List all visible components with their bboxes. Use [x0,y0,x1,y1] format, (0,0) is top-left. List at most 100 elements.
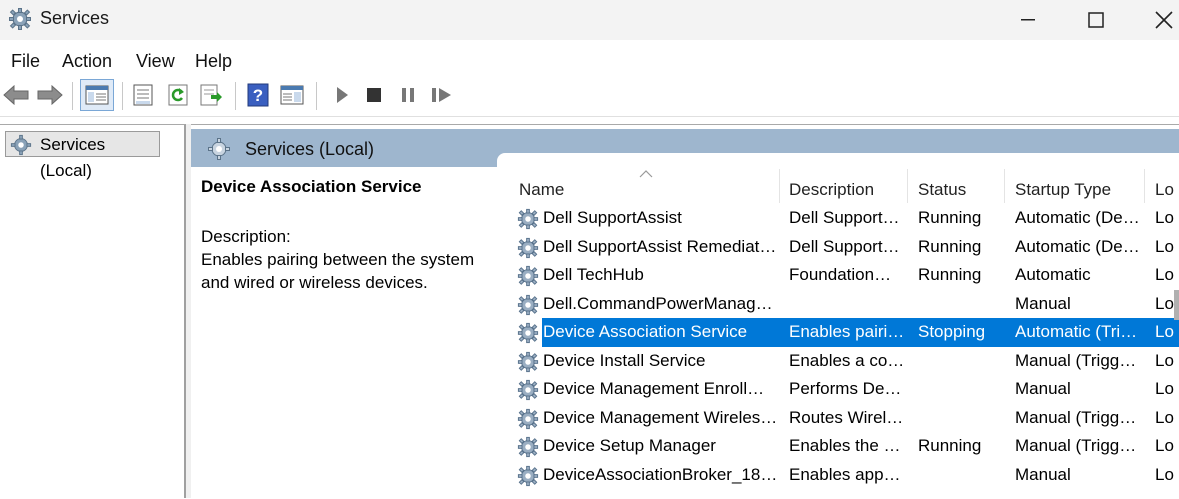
service-log-on-as-cell: Lo [1155,379,1174,398]
column-header-description[interactable]: Description [789,175,874,205]
pause-icon [402,88,414,102]
menu-view[interactable]: View [136,51,175,72]
console-tree-pane: Services (Local) [0,124,186,498]
service-status-cell: Running [918,265,982,284]
column-divider[interactable] [1004,169,1005,203]
close-icon [1155,11,1173,29]
column-header-status[interactable]: Status [918,175,966,205]
service-row[interactable]: DeviceAssociationBroker_18… Enables app… M… [497,461,1179,490]
close-button[interactable] [1141,0,1179,40]
toolbar-separator [235,82,236,110]
toolbar-separator [316,82,317,110]
minimize-button[interactable] [1005,0,1051,40]
column-divider[interactable] [779,169,780,203]
service-row[interactable]: Dell TechHub Foundation… Running Automatic L… [497,261,1179,290]
service-name-cell: Dell.CommandPowerManag… [543,293,773,313]
column-divider[interactable] [1144,169,1145,203]
service-log-on-as-cell: Lo [1155,350,1174,370]
service-status-cell: Stopping [918,322,986,341]
service-row[interactable]: Dell.CommandPowerManag… Manual Lo [497,290,1179,319]
service-description-cell: Enables the … [789,436,901,455]
view-button[interactable] [278,81,306,109]
service-description-cell: Routes Wirel… [789,407,904,427]
service-startup-type-cell: Automatic [1015,265,1091,284]
refresh-button[interactable] [164,81,192,109]
console-tree-icon [85,85,109,105]
vertical-scrollbar-thumb[interactable] [1174,290,1179,320]
service-description-cell: Performs De… [789,379,902,398]
service-name-cell: Device Install Service [543,350,706,370]
svg-text:?: ? [253,86,263,105]
service-name-cell: Device Association Service [543,322,748,341]
service-status-cell: Running [918,236,982,256]
pause-service-button[interactable] [394,81,422,109]
play-icon [337,87,348,103]
service-log-on-as-cell: Lo [1155,322,1174,341]
service-description-cell: Dell Support… [789,236,900,256]
service-description-cell: Dell Support… [789,208,900,227]
gear-icon [207,137,231,166]
service-startup-type-cell: Automatic (De… [1015,208,1140,227]
service-startup-type-cell: Automatic (Tri… [1015,322,1138,341]
stop-icon [367,88,381,102]
services-app-gear-icon [8,7,32,31]
forward-button[interactable] [36,81,64,109]
service-status-cell: Running [918,208,982,227]
properties-button[interactable] [129,81,157,109]
selected-service-name: Device Association Service [201,177,422,196]
service-name-cell: Dell SupportAssist Remediat… [543,236,777,256]
menu-action[interactable]: Action [62,51,112,72]
stop-service-button[interactable] [360,81,388,109]
service-name-cell: Dell TechHub [543,265,644,284]
help-icon: ? [247,83,269,107]
service-log-on-as-cell: Lo [1155,236,1174,256]
title-bar: Services [0,0,1179,40]
service-startup-type-cell: Manual (Trigg… [1015,407,1137,427]
service-name-cell: DeviceAssociationBroker_18… [543,464,778,484]
column-header-log-on-as[interactable]: Lo [1155,175,1174,205]
toolbar-separator [122,82,123,110]
maximize-icon [1088,12,1104,28]
service-row[interactable]: Device Setup Manager Enables the … Running… [497,432,1179,461]
restart-service-button[interactable] [428,81,456,109]
back-button[interactable] [2,81,30,109]
column-header-name[interactable]: Name [519,175,564,205]
service-row[interactable]: Dell SupportAssist Remediat… Dell Support… [497,233,1179,262]
service-log-on-as-cell: Lo [1155,265,1174,284]
show-console-tree-button[interactable] [80,79,114,111]
maximize-button[interactable] [1073,0,1119,40]
column-header-startup-type[interactable]: Startup Type [1015,175,1111,205]
service-description-cell: Foundation… [789,265,892,284]
service-startup-type-cell: Automatic (De… [1015,236,1140,256]
service-gear-icon [517,465,539,497]
service-startup-type-cell: Manual [1015,464,1071,484]
menu-bar: File Action View Help [0,42,1179,74]
service-description-cell: Enables pairi… [789,322,905,341]
services-pane-title: Services (Local) [245,139,375,159]
tree-item-services-local[interactable]: Services (Local) [5,131,160,180]
service-log-on-as-cell: Lo [1155,436,1174,455]
view-icon [280,85,304,105]
description-text: Enables pairing between the system and w… [201,250,475,292]
help-button[interactable]: ? [244,81,272,109]
restart-icon [432,88,451,102]
window-title: Services [40,8,110,28]
toolbar-separator [72,82,73,110]
export-list-button[interactable] [197,81,225,109]
column-divider[interactable] [907,169,908,203]
service-name-cell: Dell SupportAssist [543,208,682,227]
properties-icon [133,84,153,106]
menu-help[interactable]: Help [195,51,232,72]
service-row[interactable]: Dell SupportAssist Dell Support… Running Au… [497,204,1179,233]
service-log-on-as-cell: Lo [1155,407,1174,427]
service-row[interactable]: Device Install Service Enables a co… Manua… [497,347,1179,376]
menu-file[interactable]: File [11,51,40,72]
services-list: Name Description Status Startup Type Lo … [497,153,1179,499]
service-description-cell: Enables a co… [789,350,905,370]
service-row[interactable]: Device Association Service Enables pairi…… [497,318,1179,347]
start-service-button[interactable] [328,81,356,109]
service-name-cell: Device Setup Manager [543,436,716,455]
service-row[interactable]: Device Management Wireles… Routes Wirel… M… [497,404,1179,433]
service-row[interactable]: Device Management Enroll… Performs De… Man… [497,375,1179,404]
service-startup-type-cell: Manual (Trigg… [1015,350,1137,370]
